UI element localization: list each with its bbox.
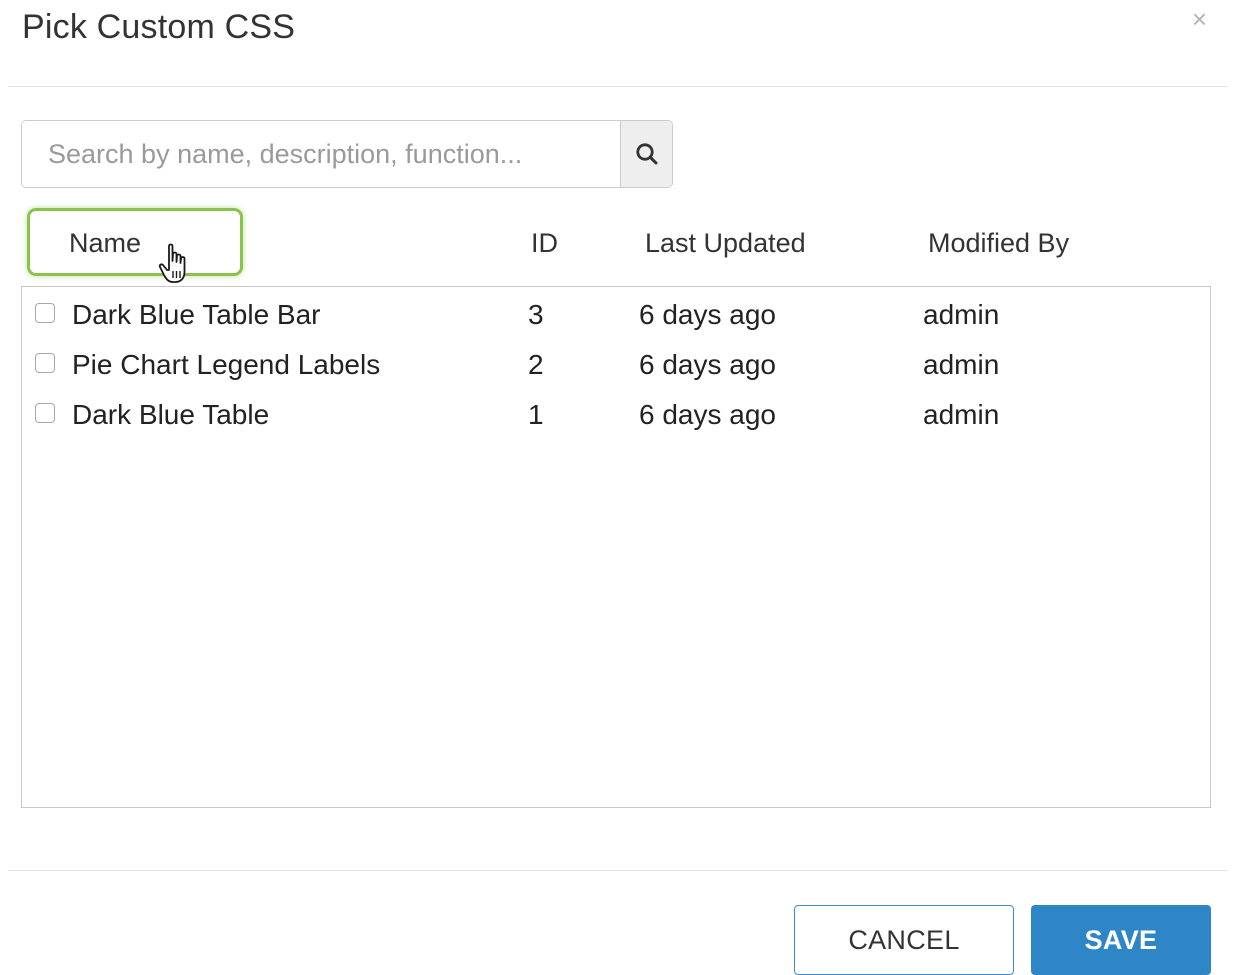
table-header: Name ID Last Updated Modified By xyxy=(21,208,1211,283)
header-divider xyxy=(8,86,1227,87)
column-header-name[interactable]: Name xyxy=(69,228,141,259)
save-button[interactable]: SAVE xyxy=(1031,905,1211,975)
cell-last-updated: 6 days ago xyxy=(639,299,776,330)
table-row[interactable]: Pie Chart Legend Labels 2 6 days ago adm… xyxy=(22,339,1210,389)
table-row[interactable]: Dark Blue Table Bar 3 6 days ago admin xyxy=(22,289,1210,339)
search-icon xyxy=(635,143,657,165)
dialog-title: Pick Custom CSS xyxy=(22,8,296,46)
column-header-last-updated[interactable]: Last Updated xyxy=(645,228,806,259)
cancel-button[interactable]: CANCEL xyxy=(794,905,1014,975)
row-checkbox[interactable] xyxy=(35,353,55,373)
cell-modified-by: admin xyxy=(923,349,1000,380)
column-header-modified-by[interactable]: Modified By xyxy=(928,228,1069,259)
search-input[interactable] xyxy=(22,121,620,187)
table-row[interactable]: Dark Blue Table 1 6 days ago admin xyxy=(22,389,1210,439)
footer-divider xyxy=(8,870,1227,871)
close-icon[interactable]: × xyxy=(1192,6,1207,32)
cell-id: 3 xyxy=(528,299,544,330)
search-group xyxy=(21,120,673,188)
cell-name: Dark Blue Table xyxy=(72,399,270,430)
cell-last-updated: 6 days ago xyxy=(639,399,776,430)
cell-name: Pie Chart Legend Labels xyxy=(72,349,381,380)
row-checkbox[interactable] xyxy=(35,403,55,423)
hand-cursor-icon xyxy=(158,243,186,283)
cell-id: 1 xyxy=(528,399,544,430)
cell-last-updated: 6 days ago xyxy=(639,349,776,380)
cell-modified-by: admin xyxy=(923,399,1000,430)
search-button[interactable] xyxy=(620,121,672,187)
cell-id: 2 xyxy=(528,349,544,380)
pick-custom-css-dialog: Pick Custom CSS × Name ID Last Updated M… xyxy=(0,0,1235,975)
row-checkbox[interactable] xyxy=(35,303,55,323)
column-header-id[interactable]: ID xyxy=(531,228,558,259)
cell-modified-by: admin xyxy=(923,299,1000,330)
cell-name: Dark Blue Table Bar xyxy=(72,299,321,330)
css-list-table: Dark Blue Table Bar 3 6 days ago admin P… xyxy=(21,286,1211,808)
